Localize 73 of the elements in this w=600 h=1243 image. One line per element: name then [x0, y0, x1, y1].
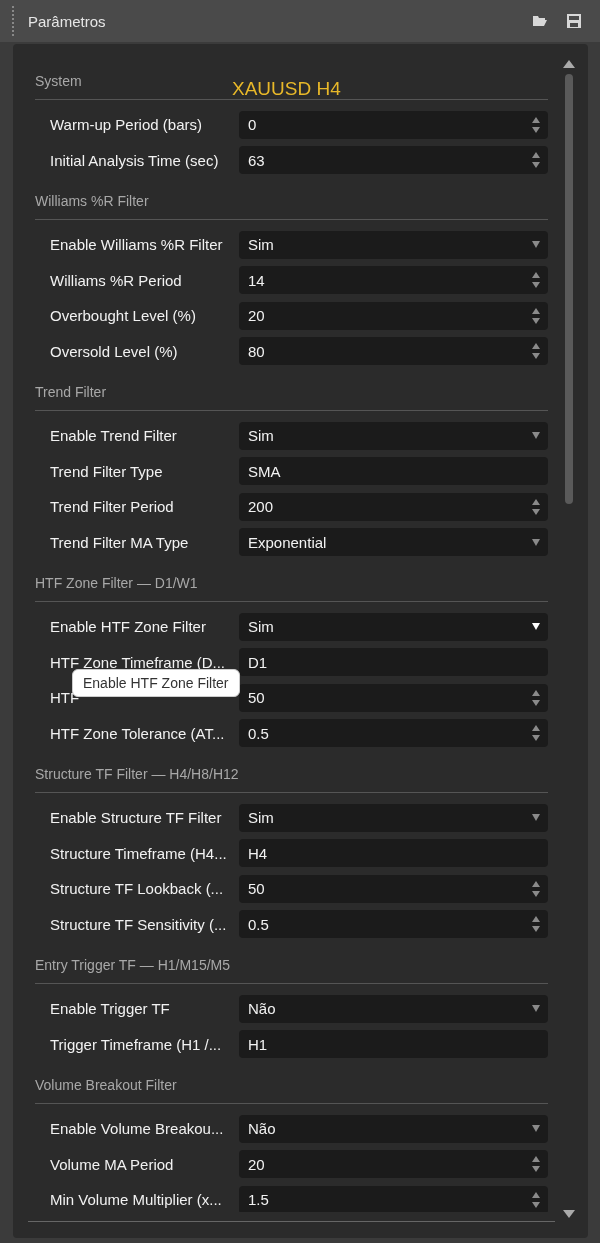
spinner-icon[interactable]	[532, 1155, 540, 1174]
number-field[interactable]: 200	[239, 492, 548, 521]
save-icon[interactable]	[566, 13, 582, 29]
number-field[interactable]: 63	[239, 146, 548, 175]
scroll-down-icon[interactable]	[563, 1210, 575, 1218]
parameter-label: HTF Zone Timeframe (D...	[49, 653, 227, 671]
spinner-icon[interactable]	[532, 1190, 540, 1209]
parameter-label: Oversold Level (%)	[49, 342, 179, 360]
spinner-icon[interactable]	[532, 724, 540, 743]
parameter-label: Enable Volume Breakou...	[49, 1120, 225, 1138]
input-field[interactable]: SMA	[239, 457, 548, 486]
parameter-label: Volume MA Period	[49, 1155, 175, 1173]
panel-title: Parâmetros	[28, 12, 107, 30]
section-heading: HTF Zone Filter — D1/W1	[35, 574, 198, 591]
input-field[interactable]: D1	[239, 648, 548, 677]
dropdown-field[interactable]: Exponential	[239, 528, 548, 557]
parameter-label: Enable HTF Zone Filter	[49, 618, 207, 636]
parameter-label: Enable Williams %R Filter	[49, 236, 224, 254]
symbol-label: XAUUSD H4	[232, 78, 341, 100]
parameter-label: Overbought Level (%)	[49, 307, 197, 325]
input-field[interactable]: H4	[239, 839, 548, 868]
parameter-label: Enable Structure TF Filter	[49, 809, 223, 827]
section-heading: Structure TF Filter — H4/H8/H12	[35, 765, 239, 782]
dropdown-field[interactable]: Não	[239, 1114, 548, 1143]
section-heading: System	[35, 72, 82, 89]
parameter-label: Enable Trend Filter	[49, 427, 178, 445]
number-field[interactable]: 14	[239, 266, 548, 295]
parameter-label: Trend Filter MA Type	[49, 533, 190, 551]
tooltip: Enable HTF Zone Filter	[72, 669, 240, 697]
folder-icon[interactable]	[532, 15, 548, 27]
scroll-up-icon[interactable]	[563, 60, 575, 68]
spinner-icon[interactable]	[532, 342, 540, 361]
parameter-label: Initial Analysis Time (sec)	[49, 151, 220, 169]
number-field[interactable]: 50	[239, 874, 548, 903]
parameter-label: Enable Trigger TF	[49, 1000, 171, 1018]
parameter-label: Structure TF Lookback (...	[49, 880, 225, 898]
number-field[interactable]: 1.5	[239, 1185, 548, 1212]
spinner-icon[interactable]	[532, 115, 540, 134]
number-field[interactable]: 80	[239, 337, 548, 366]
parameter-label: Trend Filter Type	[49, 462, 164, 480]
number-field[interactable]: 20	[239, 1150, 548, 1179]
section-heading: Williams %R Filter	[35, 192, 149, 209]
parameter-label: Williams %R Period	[49, 271, 183, 289]
number-field[interactable]: 20	[239, 301, 548, 330]
parameter-label: Structure Timeframe (H4...	[49, 844, 228, 862]
section-heading: Volume Breakout Filter	[35, 1076, 177, 1093]
parameter-label: Trigger Timeframe (H1 /...	[49, 1035, 223, 1053]
parameter-label: Structure TF Sensitivity (...	[49, 915, 228, 933]
dropdown-field[interactable]: Não	[239, 994, 548, 1023]
spinner-icon[interactable]	[532, 151, 540, 170]
dropdown-field[interactable]: Sim	[239, 421, 548, 450]
spinner-icon[interactable]	[532, 688, 540, 707]
input-field[interactable]: H1	[239, 1030, 548, 1059]
dropdown-field[interactable]: Sim	[239, 612, 548, 641]
number-field[interactable]: 0.5	[239, 910, 548, 939]
parameter-label: Warm-up Period (bars)	[49, 116, 203, 134]
dropdown-field[interactable]: Sim	[239, 803, 548, 832]
parameter-label: Min Volume Multiplier (x...	[49, 1191, 223, 1209]
spinner-icon[interactable]	[532, 497, 540, 516]
spinner-icon[interactable]	[532, 879, 540, 898]
parameter-label: HTF Zone Tolerance (AT...	[49, 724, 226, 742]
spinner-icon[interactable]	[532, 306, 540, 325]
number-field[interactable]: 0.5	[239, 719, 548, 748]
section-heading: Trend Filter	[35, 383, 107, 400]
number-field[interactable]: 50	[239, 683, 548, 712]
spinner-icon[interactable]	[532, 271, 540, 290]
section-heading: Entry Trigger TF — H1/M15/M5	[35, 956, 230, 973]
scroll-thumb[interactable]	[565, 74, 573, 504]
dropdown-field[interactable]: Sim	[239, 230, 548, 259]
number-field[interactable]: 0	[239, 110, 548, 139]
scrollbar[interactable]	[563, 60, 575, 1218]
spinner-icon[interactable]	[532, 915, 540, 934]
parameter-label: Trend Filter Period	[49, 498, 175, 516]
